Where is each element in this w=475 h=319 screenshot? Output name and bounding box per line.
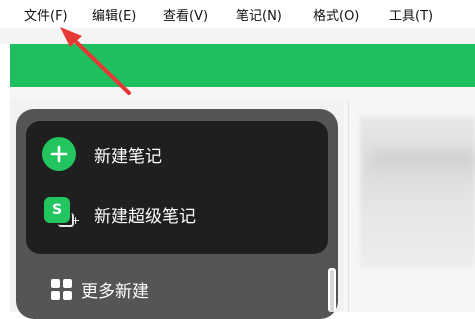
red-arrow-icon [60,27,131,95]
